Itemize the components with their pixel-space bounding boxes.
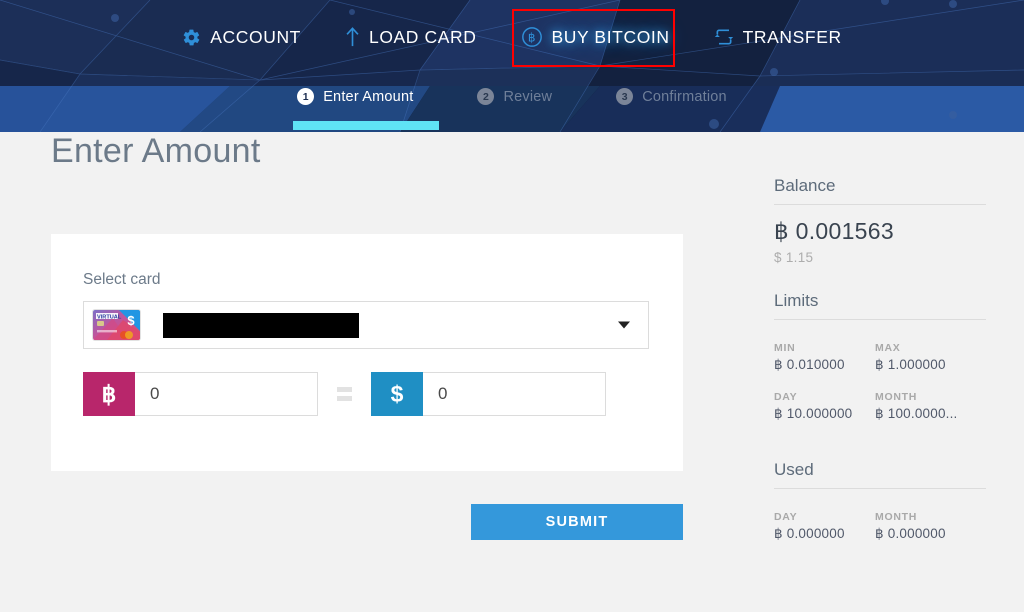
limit-value-min: ฿ 0.010000 (774, 357, 845, 372)
used-divider (774, 488, 986, 489)
select-card-label: Select card (83, 271, 161, 288)
step-indicator: 1 Enter Amount 2 Review 3 Confirmation (0, 74, 1024, 132)
limit-key-min: MIN (774, 342, 796, 354)
svg-text:฿: ฿ (527, 31, 535, 45)
used-key-day: DAY (774, 511, 798, 523)
site-header: ACCOUNT LOAD CARD ฿ BUY BITCOIN TRANSFER… (0, 0, 1024, 132)
used-value-month: ฿ 0.000000 (875, 526, 946, 541)
limits-divider (774, 319, 986, 320)
svg-text:VIRTUAL: VIRTUAL (97, 314, 122, 320)
nav-item-buy-bitcoin[interactable]: ฿ BUY BITCOIN (499, 9, 692, 65)
app-root: ACCOUNT LOAD CARD ฿ BUY BITCOIN TRANSFER… (0, 0, 1024, 612)
up-arrow-icon (345, 27, 360, 47)
limit-key-max: MAX (875, 342, 901, 354)
step-enter-amount[interactable]: 1 Enter Amount (293, 88, 440, 130)
transfer-loop-icon (714, 27, 734, 47)
used-grid: DAY MONTH ฿ 0.000000 ฿ 0.000000 (774, 502, 986, 548)
limit-key-month: MONTH (875, 391, 917, 403)
svg-text:$: $ (127, 313, 135, 328)
gear-icon (182, 28, 201, 47)
step-confirmation[interactable]: 3 Confirmation (616, 88, 727, 105)
limit-value-max: ฿ 1.000000 (875, 357, 946, 372)
nav-label-transfer: TRANSFER (742, 26, 842, 47)
limit-value-day: ฿ 10.000000 (774, 406, 853, 421)
usd-amount-group: $ (371, 372, 606, 416)
page-title: Enter Amount (51, 132, 261, 170)
virtual-card-thumbnail-icon: VIRTUAL $ (92, 309, 141, 341)
dollar-symbol-icon: $ (371, 372, 423, 416)
step-number-1: 1 (297, 88, 315, 105)
limits-heading: Limits (774, 291, 819, 310)
step-label-review: Review (503, 88, 553, 105)
bitcoin-symbol-icon: ฿ (83, 372, 135, 416)
balance-btc-value: ฿ 0.001563 (774, 218, 894, 244)
page-body: Enter Amount Select card VIRTUAL $ ฿ 0 $… (0, 132, 1024, 612)
amount-conversion-row: ฿ $ (83, 372, 651, 416)
step-label-confirmation: Confirmation (642, 88, 727, 105)
balance-usd-value: $ 1.15 (774, 250, 814, 265)
step-label-enter-amount: Enter Amount (323, 88, 414, 105)
chevron-down-icon[interactable] (618, 321, 630, 329)
btc-amount-input[interactable] (135, 372, 318, 416)
bitcoin-circle-icon: ฿ (521, 26, 543, 48)
limit-value-month: ฿ 100.0000... (875, 406, 958, 421)
used-section: Used DAY MONTH ฿ 0.000000 ฿ 0.000000 (774, 460, 986, 548)
step-number-2: 2 (477, 88, 495, 105)
enter-amount-panel: Select card VIRTUAL $ ฿ 0 $ 0 (51, 234, 683, 471)
balance-divider (774, 204, 986, 205)
step-number-3: 3 (616, 88, 634, 105)
card-select-dropdown[interactable]: VIRTUAL $ (83, 301, 649, 349)
main-navigation: ACCOUNT LOAD CARD ฿ BUY BITCOIN TRANSFER (0, 0, 1024, 74)
limits-grid: MIN MAX ฿ 0.010000 ฿ 1.000000 DAY MONTH … (774, 333, 986, 428)
nav-item-account[interactable]: ACCOUNT (160, 9, 323, 65)
card-number-redacted (163, 312, 359, 338)
nav-label-buy-bitcoin: BUY BITCOIN (551, 26, 670, 47)
step-review[interactable]: 2 Review (477, 88, 552, 105)
balance-section: Balance ฿ 0.001563 $ 1.15 (774, 176, 986, 265)
nav-label-account: ACCOUNT (210, 26, 301, 47)
limit-key-day: DAY (774, 391, 798, 403)
used-value-day: ฿ 0.000000 (774, 526, 845, 541)
used-key-month: MONTH (875, 511, 917, 523)
balance-heading: Balance (774, 176, 836, 195)
nav-label-load-card: LOAD CARD (368, 26, 477, 47)
usd-amount-input[interactable] (423, 372, 606, 416)
limits-section: Limits MIN MAX ฿ 0.010000 ฿ 1.000000 DAY… (774, 291, 986, 428)
info-sidebar: Balance ฿ 0.001563 $ 1.15 Limits MIN MAX… (774, 176, 986, 548)
used-heading: Used (774, 460, 814, 479)
btc-amount-group: ฿ (83, 372, 318, 416)
nav-item-load-card[interactable]: LOAD CARD (323, 9, 499, 65)
submit-button[interactable]: SUBMIT (471, 504, 683, 540)
nav-item-transfer[interactable]: TRANSFER (692, 9, 864, 65)
equals-icon (337, 387, 352, 401)
